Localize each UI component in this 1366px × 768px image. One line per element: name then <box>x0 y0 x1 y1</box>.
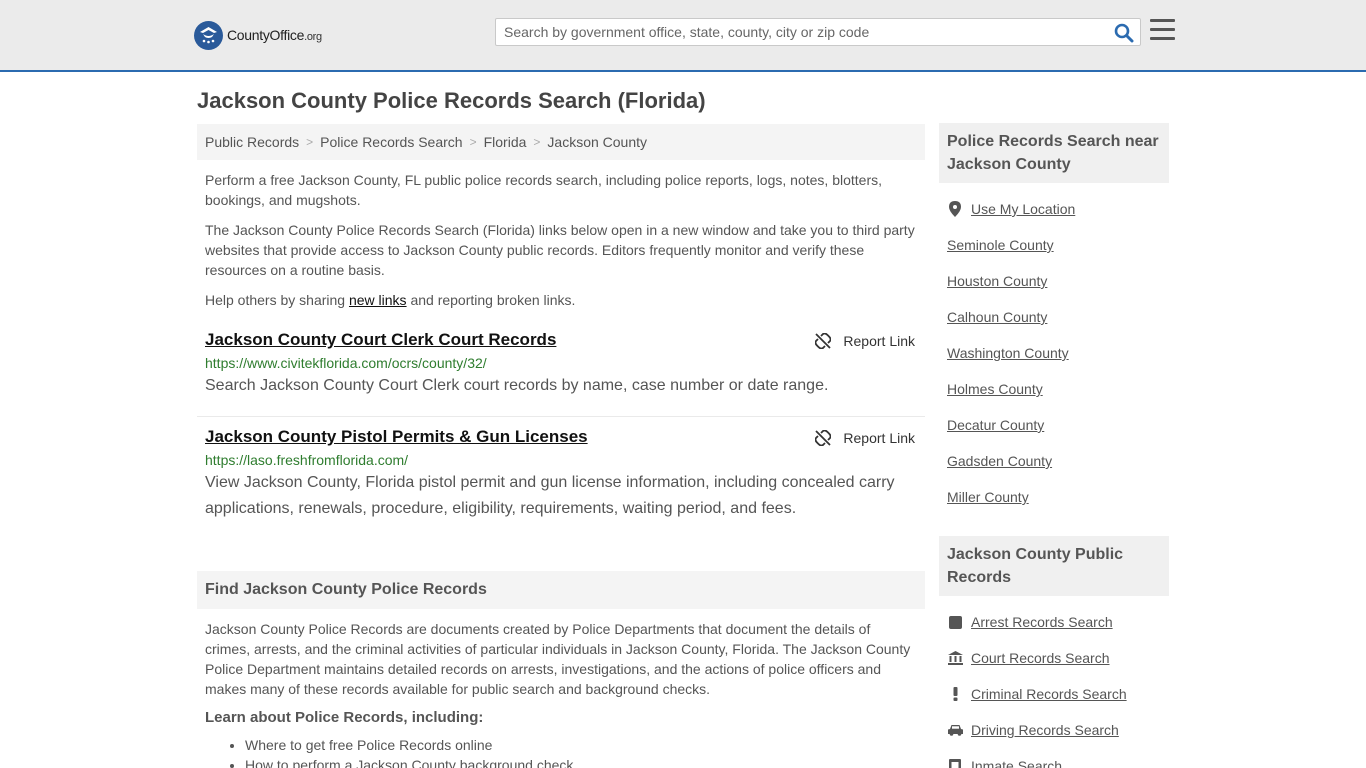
county-link-calhoun[interactable]: Calhoun County <box>947 309 1047 325</box>
criminal-records-link[interactable]: Criminal Records Search <box>971 686 1127 702</box>
sidebar-county-item: Houston County <box>947 263 1161 299</box>
list-item: How to perform a Jackson County backgrou… <box>245 755 925 768</box>
county-link-houston[interactable]: Houston County <box>947 273 1047 289</box>
county-link-miller[interactable]: Miller County <box>947 489 1029 505</box>
breadcrumb-florida[interactable]: Florida <box>484 134 527 150</box>
sidebar-nearby: Police Records Search near Jackson Count… <box>939 123 1169 515</box>
search-icon[interactable] <box>1114 23 1134 43</box>
report-link-button[interactable]: Report Link <box>815 430 915 446</box>
sidebar-record-item: Criminal Records Search <box>947 676 1161 712</box>
hamburger-menu-icon[interactable] <box>1150 19 1175 41</box>
record-title-link[interactable]: Jackson County Court Clerk Court Records <box>205 330 917 350</box>
record-description: Search Jackson County Court Clerk court … <box>205 377 829 394</box>
courthouse-icon <box>947 650 963 666</box>
sidebar-county-item: Gadsden County <box>947 443 1161 479</box>
record-url[interactable]: https://www.civitekflorida.com/ocrs/coun… <box>205 354 917 372</box>
use-location-item: Use My Location <box>947 191 1161 227</box>
sidebar-nearby-heading: Police Records Search near Jackson Count… <box>939 123 1169 183</box>
sidebar-record-item: Court Records Search <box>947 640 1161 676</box>
sidebar-nearby-list: Use My Location Seminole County Houston … <box>939 191 1169 515</box>
square-icon <box>947 614 963 630</box>
sidebar-public-records-list: Arrest Records Search Court Records Sear… <box>939 604 1169 768</box>
intro-text: Perform a free Jackson County, FL public… <box>197 170 925 310</box>
breadcrumb-separator-icon: > <box>306 135 314 149</box>
exclamation-icon <box>947 686 963 702</box>
find-records-paragraph: Jackson County Police Records are docume… <box>205 621 911 697</box>
sidebar-county-item: Washington County <box>947 335 1161 371</box>
search-input[interactable] <box>496 19 1096 45</box>
record-item: Jackson County Pistol Permits & Gun Lice… <box>197 427 925 527</box>
county-link-gadsden[interactable]: Gadsden County <box>947 453 1052 469</box>
driving-records-link[interactable]: Driving Records Search <box>971 722 1119 738</box>
find-records-heading: Find Jackson County Police Records <box>197 571 925 609</box>
car-icon <box>947 722 963 738</box>
learn-list: Where to get free Police Records online … <box>197 735 925 768</box>
sidebar-county-item: Seminole County <box>947 227 1161 263</box>
sidebar-county-item: Holmes County <box>947 371 1161 407</box>
sidebar-county-item: Miller County <box>947 479 1161 515</box>
inmate-search-link[interactable]: Inmate Search <box>971 758 1062 768</box>
breadcrumb-jackson-county[interactable]: Jackson County <box>547 134 647 150</box>
record-title-link[interactable]: Jackson County Pistol Permits & Gun Lice… <box>205 427 917 447</box>
breadcrumb-separator-icon: > <box>469 135 477 149</box>
record-description: View Jackson County, Florida pistol perm… <box>205 474 895 517</box>
county-link-holmes[interactable]: Holmes County <box>947 381 1043 397</box>
intro-paragraph-3: Help others by sharing new links and rep… <box>205 292 576 308</box>
arrest-records-link[interactable]: Arrest Records Search <box>971 614 1113 630</box>
record-url[interactable]: https://laso.freshfromflorida.com/ <box>205 451 917 469</box>
county-link-decatur[interactable]: Decatur County <box>947 417 1044 433</box>
map-pin-icon <box>947 201 963 217</box>
court-records-link[interactable]: Court Records Search <box>971 650 1110 666</box>
new-links-link[interactable]: new links <box>349 292 407 308</box>
breadcrumb-police-records-search[interactable]: Police Records Search <box>320 134 462 150</box>
sidebar-county-item: Decatur County <box>947 407 1161 443</box>
list-item: Where to get free Police Records online <box>245 735 925 755</box>
intro-paragraph-2: The Jackson County Police Records Search… <box>205 222 915 278</box>
county-link-seminole[interactable]: Seminole County <box>947 237 1054 253</box>
sidebar-public-records: Jackson County Public Records Arrest Rec… <box>939 536 1169 768</box>
main-content: Public Records > Police Records Search >… <box>197 124 925 768</box>
report-link-label: Report Link <box>843 333 915 349</box>
breadcrumb-public-records[interactable]: Public Records <box>205 134 299 150</box>
report-link-button[interactable]: Report Link <box>815 333 915 349</box>
find-records-body: Jackson County Police Records are docume… <box>197 619 925 768</box>
breadcrumb: Public Records > Police Records Search >… <box>197 124 925 160</box>
county-seal-icon <box>194 20 223 50</box>
sidebar-record-item: Driving Records Search <box>947 712 1161 748</box>
learn-heading: Learn about Police Records, including: <box>205 709 484 726</box>
sidebar-county-item: Calhoun County <box>947 299 1161 335</box>
logo-tld-text: .org <box>304 31 322 43</box>
site-logo[interactable]: CountyOffice.org <box>194 20 322 50</box>
search-box <box>495 18 1141 46</box>
sidebar-record-item: Arrest Records Search <box>947 604 1161 640</box>
report-link-label: Report Link <box>843 430 915 446</box>
record-item: Jackson County Court Clerk Court Records… <box>197 330 925 417</box>
page-title: Jackson County Police Records Search (Fl… <box>197 88 706 113</box>
breadcrumb-separator-icon: > <box>533 135 541 149</box>
county-link-washington[interactable]: Washington County <box>947 345 1069 361</box>
broken-link-icon <box>815 333 832 349</box>
logo-main-text: CountyOffice <box>227 27 305 43</box>
sidebar-record-item: Inmate Search <box>947 748 1161 768</box>
sidebar-public-records-heading: Jackson County Public Records <box>939 536 1169 596</box>
site-header: CountyOffice.org <box>0 0 1366 72</box>
inmate-icon <box>947 758 963 768</box>
intro-paragraph-1: Perform a free Jackson County, FL public… <box>205 172 882 208</box>
broken-link-icon <box>815 430 832 446</box>
use-my-location-link[interactable]: Use My Location <box>971 201 1075 217</box>
